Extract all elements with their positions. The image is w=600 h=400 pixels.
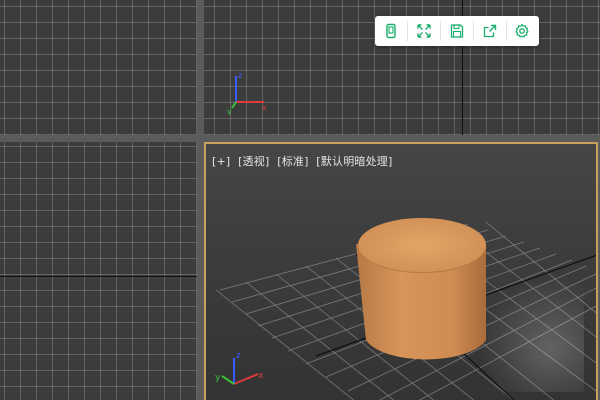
viewport-perspective[interactable]: [+] [透视] [标准] [默认明暗处理] z x y: [204, 142, 598, 400]
watermark: [474, 282, 584, 392]
save-button[interactable]: [444, 18, 470, 44]
cylinder-object[interactable]: [356, 218, 487, 360]
share-button[interactable]: [477, 18, 503, 44]
viewport-workspace: z x y [+] [透视] [标准] [默认明暗处理] z x y: [0, 0, 600, 400]
phone-icon: [386, 23, 397, 39]
axis-label-y: y: [215, 373, 221, 383]
toolbar-divider: [472, 21, 474, 41]
axis-label-x: x: [258, 371, 264, 381]
axis-gizmo: z x y: [227, 71, 267, 115]
share-icon: [483, 24, 496, 38]
fullscreen-button[interactable]: [411, 18, 437, 44]
floating-toolbar: [375, 16, 539, 46]
settings-icon: [515, 23, 530, 38]
settings-button[interactable]: [509, 18, 535, 44]
viewport-axis-line: [0, 276, 197, 277]
axis-label-x: x: [262, 103, 267, 112]
toolbar-divider: [407, 21, 409, 41]
toolbar-divider: [440, 21, 442, 41]
axis-label-y: y: [227, 107, 232, 115]
axis-label-z: z: [238, 71, 242, 80]
save-icon: [450, 24, 464, 38]
fullscreen-icon: [417, 24, 431, 38]
viewport-top[interactable]: [0, 0, 197, 135]
viewport-left[interactable]: [0, 142, 197, 400]
axis-gizmo: z x y: [215, 351, 264, 385]
toolbar-divider: [505, 21, 507, 41]
phone-button[interactable]: [378, 18, 404, 44]
axis-label-z: z: [236, 351, 241, 361]
